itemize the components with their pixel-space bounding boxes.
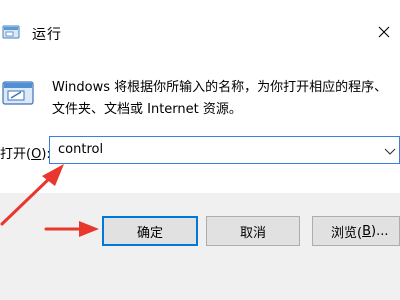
open-combobox[interactable]: control bbox=[49, 136, 400, 164]
cancel-button[interactable]: 取消 bbox=[206, 216, 300, 246]
run-app-icon bbox=[2, 25, 20, 39]
browse-label-suffix: )... bbox=[371, 223, 389, 239]
title-bar: 运行 bbox=[0, 0, 400, 54]
description-line-2: 文件夹、文档或 Internet 资源。 bbox=[52, 102, 242, 117]
cancel-button-label: 取消 bbox=[239, 225, 266, 241]
open-label-prefix: 打开( bbox=[0, 147, 32, 162]
browse-label-accesskey: B bbox=[362, 223, 371, 239]
dialog-description: Windows 将根据你所输入的名称，为你打开相应的程序、 文件夹、文档或 In… bbox=[52, 77, 397, 121]
open-input[interactable]: control bbox=[58, 142, 103, 157]
chevron-down-icon[interactable] bbox=[382, 143, 398, 159]
description-line-1: Windows 将根据你所输入的名称，为你打开相应的程序、 bbox=[52, 80, 388, 95]
ok-button-label: 确定 bbox=[136, 225, 163, 241]
close-icon bbox=[378, 26, 390, 38]
open-label-accesskey: O bbox=[31, 147, 42, 162]
browse-label-prefix: 浏览( bbox=[331, 225, 363, 241]
close-button[interactable] bbox=[368, 18, 400, 46]
ok-button[interactable]: 确定 bbox=[102, 216, 198, 246]
run-dialog-icon bbox=[2, 81, 34, 105]
browse-button[interactable]: 浏览(B)... bbox=[312, 216, 400, 246]
window-title: 运行 bbox=[32, 27, 62, 43]
dialog-footer bbox=[0, 193, 400, 300]
open-field-label: 打开(O): bbox=[0, 143, 51, 162]
